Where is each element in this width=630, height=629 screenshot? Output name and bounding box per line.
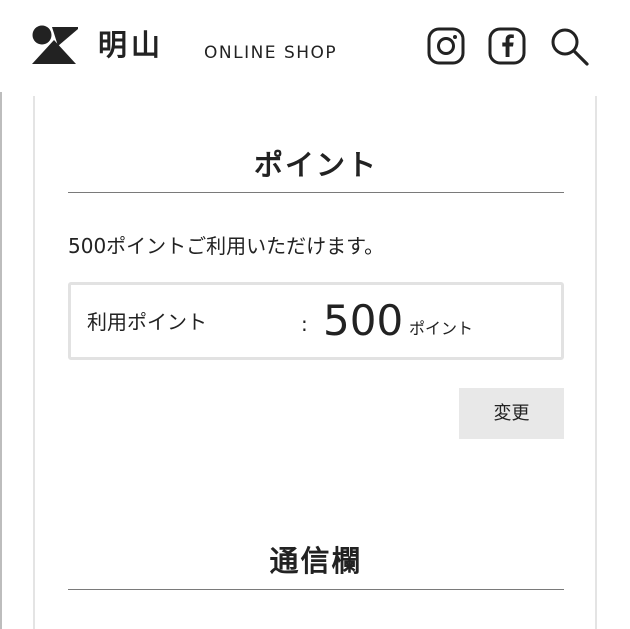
left-edge-divider [0,0,2,629]
change-button[interactable]: 変更 [459,388,564,439]
site-header: 明山 ONLINE SHOP [0,0,630,92]
search-icon[interactable] [548,26,592,66]
instagram-icon[interactable] [426,26,466,66]
points-colon: : [301,312,308,336]
points-section-title: ポイント [253,148,378,182]
points-section-divider [68,192,564,193]
brand-name[interactable]: 明山 [98,26,164,64]
facebook-icon[interactable] [487,26,527,66]
message-section-title: 通信欄 [269,544,363,578]
page: 明山 ONLINE SHOP ポイント 500ポイントご利用いただけます。 利用… [0,0,630,629]
points-unit: ポイント [409,319,474,338]
logo-mark-icon[interactable] [30,24,80,66]
points-available-notice: 500ポイントご利用いただけます。 [68,234,385,258]
brand-subtitle[interactable]: ONLINE SHOP [204,41,337,65]
points-usage-value: 500 [323,296,404,345]
points-usage-box: 利用ポイント : 500 ポイント [68,282,564,360]
message-section-divider [68,589,564,590]
points-usage-label: 利用ポイント [87,310,207,334]
